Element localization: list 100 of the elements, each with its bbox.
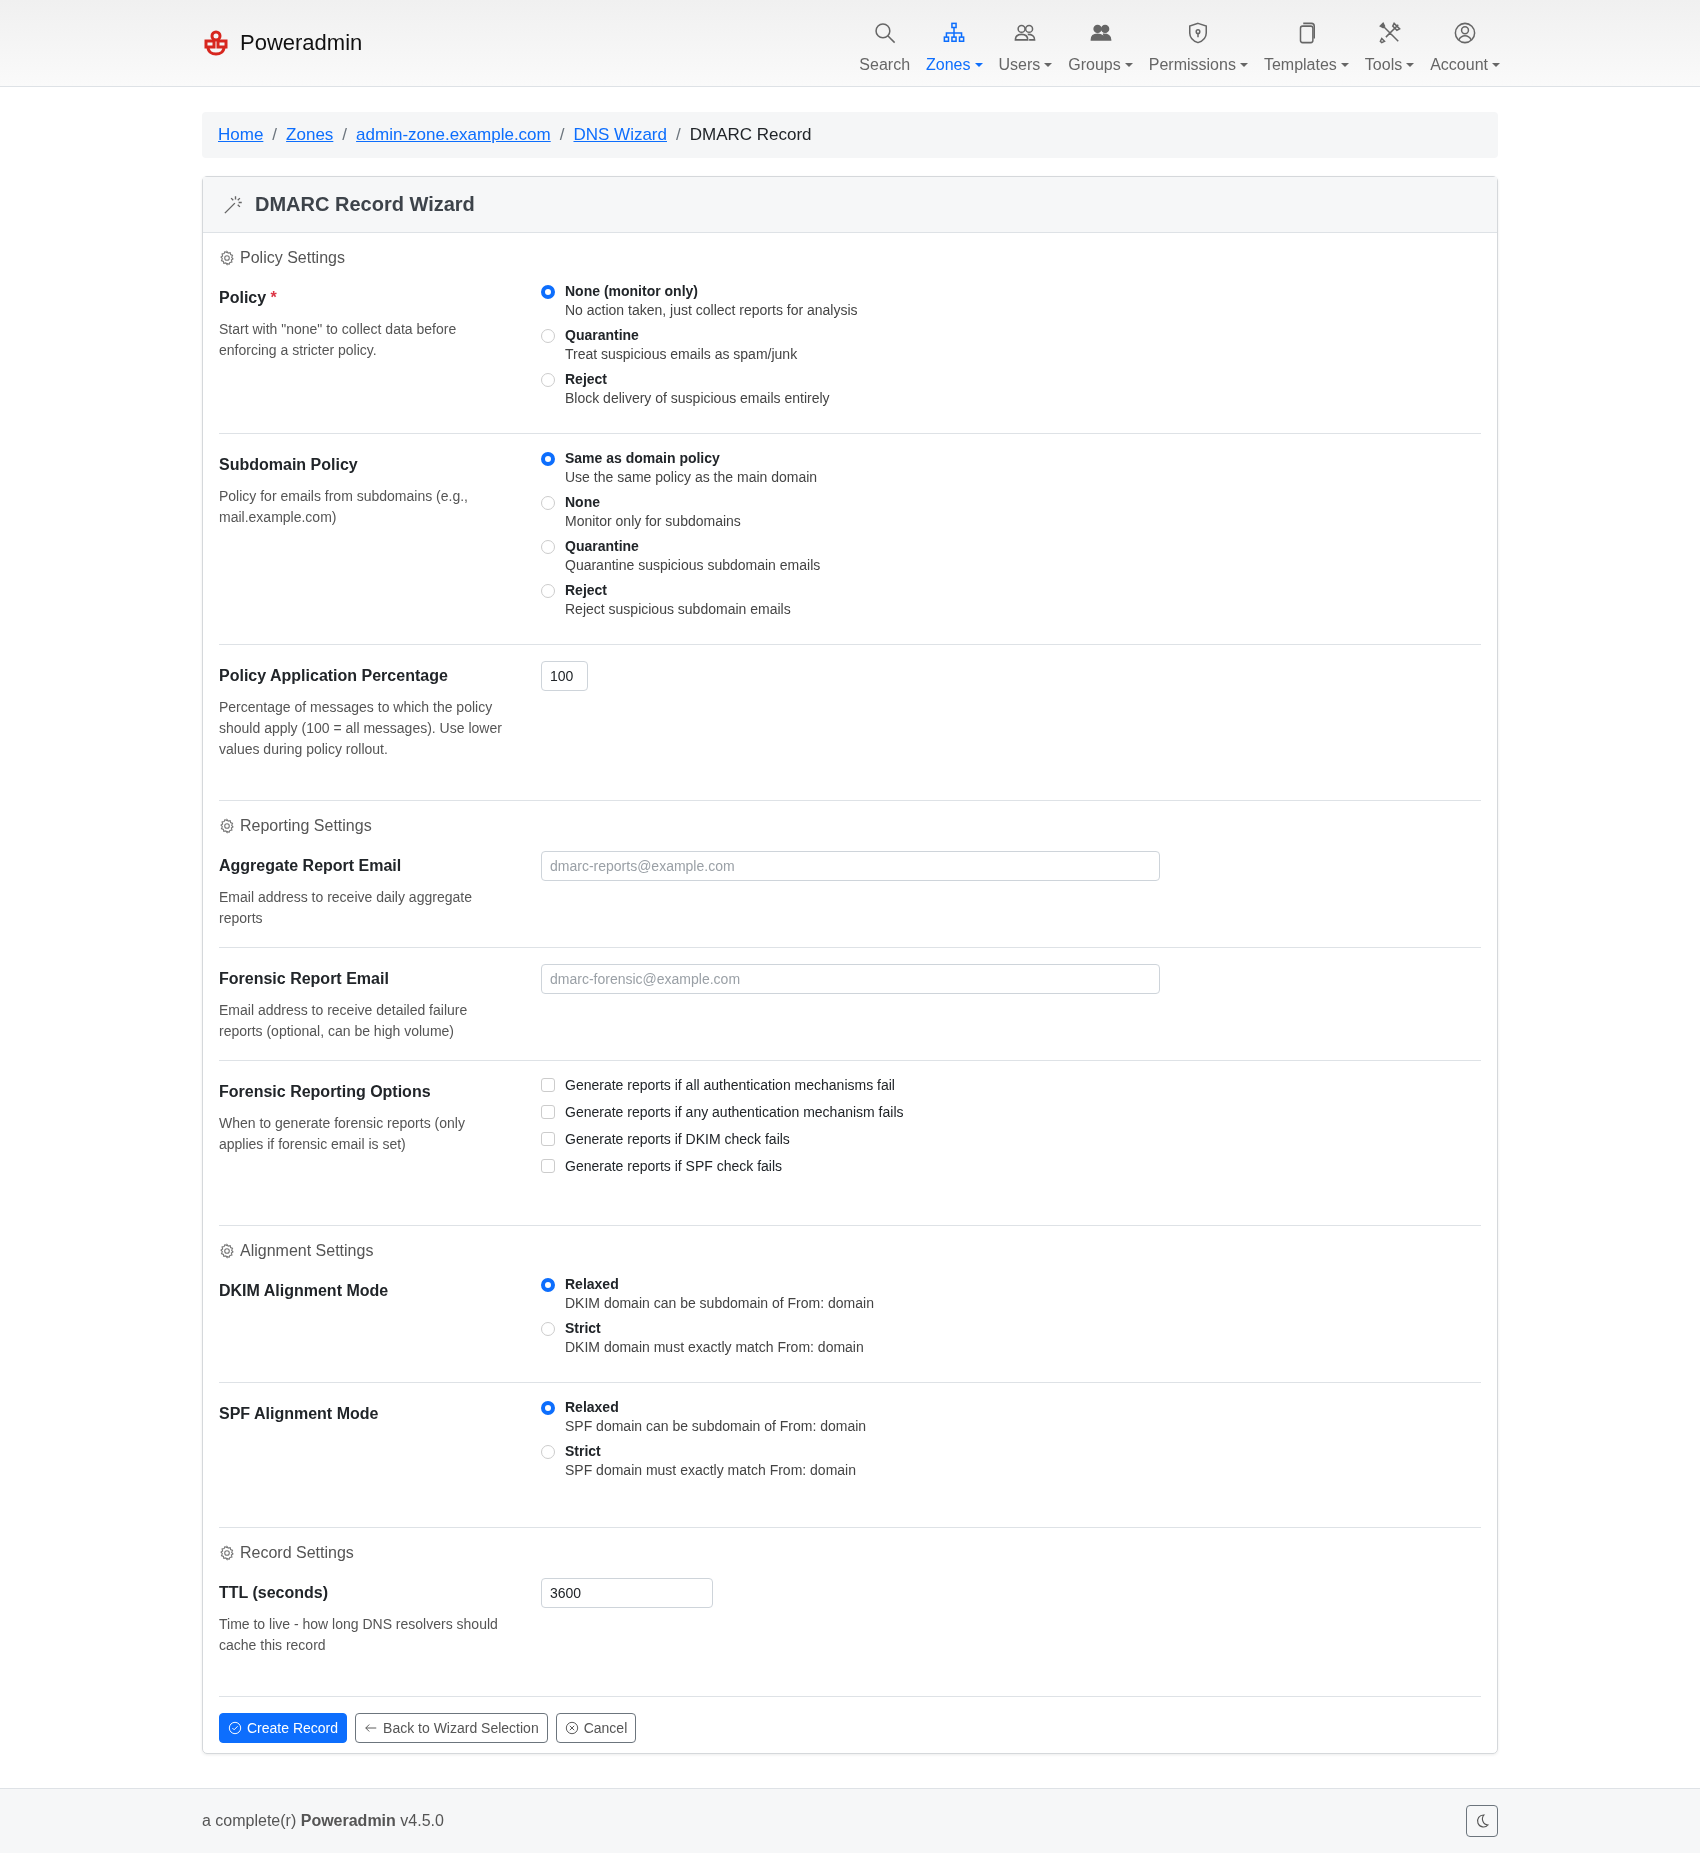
- nav-item[interactable]: Zones: [918, 4, 991, 82]
- theme-toggle-button[interactable]: [1466, 1805, 1498, 1837]
- breadcrumb-link[interactable]: DNS Wizard: [573, 125, 667, 145]
- option-label[interactable]: Strict: [565, 1443, 856, 1459]
- gear-icon: [219, 250, 235, 266]
- option-description: Quarantine suspicious subdomain emails: [565, 557, 821, 573]
- option-description: Treat suspicious emails as spam/junk: [565, 346, 798, 362]
- checkbox-label[interactable]: Generate reports if DKIM check fails: [565, 1131, 790, 1147]
- gear-icon: [219, 818, 235, 834]
- checkbox-label[interactable]: Generate reports if all authentication mechanisms fail: [565, 1077, 895, 1093]
- radio-button[interactable]: [541, 1322, 555, 1336]
- field-help-text: Email address to receive detailed failure reports (optional, can be high volume): [219, 1001, 469, 1041]
- radio-button[interactable]: [541, 584, 555, 598]
- option-label[interactable]: Reject: [565, 582, 791, 598]
- radio-button[interactable]: [541, 452, 555, 466]
- option-description: Block delivery of suspicious emails entirely: [565, 390, 830, 406]
- radio-button[interactable]: [541, 1445, 555, 1459]
- field-label: Forensic Report Email: [219, 970, 390, 988]
- action-button[interactable]: Create Record: [219, 1713, 348, 1743]
- field-help-text: Email address to receive daily aggregate reports: [219, 888, 473, 928]
- caret-icon: [1492, 63, 1500, 67]
- brand-name[interactable]: Poweradmin: [240, 30, 363, 56]
- field-help-text: Percentage of messages to which the policy should apply (100 = all messages). Use lower values during policy rollout.: [219, 698, 503, 759]
- option-label[interactable]: Quarantine: [565, 538, 821, 554]
- field-help-text: Policy for emails from subdomains (e.g., mail.example.com): [219, 487, 469, 527]
- caret-icon: [1044, 63, 1053, 67]
- option-label[interactable]: None (monitor only): [565, 283, 858, 299]
- option-label[interactable]: None: [565, 494, 741, 510]
- field-label: TTL (seconds): [219, 1584, 330, 1602]
- people-icon: [1089, 22, 1112, 44]
- breadcrumb-separator: /: [272, 125, 278, 145]
- action-button[interactable]: Back to Wizard Selection: [355, 1713, 548, 1743]
- option-label[interactable]: Relaxed: [565, 1399, 867, 1415]
- account-icon: [1454, 22, 1477, 44]
- field-label: SPF Alignment Mode: [219, 1405, 380, 1423]
- radio-button[interactable]: [541, 540, 555, 554]
- field-label: Aggregate Report Email: [219, 857, 403, 875]
- search-icon: [873, 22, 896, 44]
- radio-button[interactable]: [541, 285, 555, 299]
- card-title: DMARC Record Wizard: [255, 193, 475, 216]
- section-heading: Policy Settings: [240, 249, 345, 267]
- breadcrumb-separator: /: [559, 125, 565, 145]
- section-heading: Alignment Settings: [240, 1242, 374, 1260]
- field-help-text: Time to live - how long DNS resolvers should cache this record: [219, 1615, 499, 1655]
- sitemap-icon: [943, 22, 966, 44]
- field-help-text: When to generate forensic reports (only applies if forensic email is set): [219, 1114, 466, 1154]
- logo-icon: [202, 29, 230, 57]
- breadcrumb-separator: /: [342, 125, 348, 145]
- option-description: No action taken, just collect reports for analysis: [565, 302, 858, 318]
- action-button[interactable]: Cancel: [555, 1713, 637, 1743]
- nav-item[interactable]: Templates: [1255, 4, 1357, 82]
- magic-wand-icon: [223, 194, 243, 215]
- shield-icon: [1187, 22, 1210, 44]
- radio-button[interactable]: [541, 1278, 555, 1292]
- radio-button[interactable]: [541, 1401, 555, 1415]
- option-label[interactable]: Quarantine: [565, 327, 798, 343]
- checkbox[interactable]: [541, 1132, 555, 1146]
- nav-item[interactable]: Permissions: [1140, 4, 1256, 82]
- field-label: DKIM Alignment Mode: [219, 1282, 390, 1300]
- checkbox-label[interactable]: Generate reports if SPF check fails: [565, 1158, 783, 1174]
- breadcrumb-current: DMARC Record: [689, 125, 812, 145]
- option-description: SPF domain must exactly match From: domain: [565, 1462, 856, 1478]
- nav-item[interactable]: Account: [1422, 4, 1508, 82]
- caret-icon: [1406, 63, 1415, 67]
- breadcrumb-link[interactable]: Home: [218, 125, 264, 145]
- option-description: Monitor only for subdomains: [565, 513, 741, 529]
- checkbox[interactable]: [541, 1105, 555, 1119]
- number-field[interactable]: 3600: [541, 1578, 713, 1608]
- number-field[interactable]: 100: [541, 661, 588, 691]
- breadcrumb-separator: /: [676, 125, 681, 145]
- checkbox[interactable]: [541, 1159, 555, 1173]
- checkbox[interactable]: [541, 1078, 555, 1092]
- nav-item[interactable]: Search: [851, 4, 919, 82]
- nav-item[interactable]: Groups: [1060, 4, 1141, 82]
- nav-item[interactable]: Users: [990, 4, 1061, 82]
- caret-icon: [974, 63, 983, 67]
- email-field[interactable]: dmarc-reports@example.com: [541, 851, 1160, 881]
- option-label[interactable]: Relaxed: [565, 1276, 874, 1292]
- option-label[interactable]: Reject: [565, 371, 830, 387]
- option-label[interactable]: Strict: [565, 1320, 864, 1336]
- moon-icon: [1474, 1813, 1490, 1829]
- radio-button[interactable]: [541, 496, 555, 510]
- option-label[interactable]: Same as domain policy: [565, 450, 818, 466]
- option-description: DKIM domain must exactly match From: domain: [565, 1339, 864, 1355]
- email-field[interactable]: dmarc-forensic@example.com: [541, 964, 1160, 994]
- close-circle-icon: [564, 1721, 579, 1735]
- checkbox-label[interactable]: Generate reports if any authentication mechanism fails: [565, 1104, 904, 1120]
- breadcrumb-link[interactable]: admin-zone.example.com: [356, 125, 551, 145]
- people-icon: [1014, 22, 1037, 44]
- section-heading: Record Settings: [240, 1544, 354, 1562]
- caret-icon: [1239, 63, 1248, 67]
- radio-button[interactable]: [541, 373, 555, 387]
- option-description: Use the same policy as the main domain: [565, 469, 818, 485]
- breadcrumb-link[interactable]: Zones: [286, 125, 334, 145]
- nav-item[interactable]: Tools: [1356, 4, 1423, 82]
- section-heading: Reporting Settings: [240, 817, 372, 835]
- radio-button[interactable]: [541, 329, 555, 343]
- required-marker: *: [270, 289, 277, 306]
- option-description: DKIM domain can be subdomain of From: domain: [565, 1295, 874, 1311]
- tools-icon: [1378, 22, 1401, 44]
